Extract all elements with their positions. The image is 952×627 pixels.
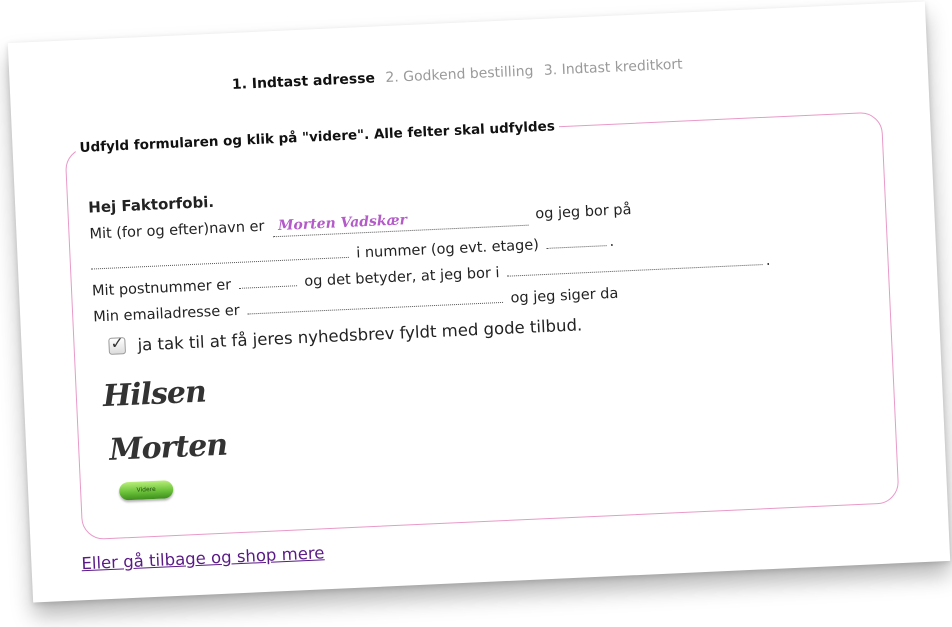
- checkmark-icon: ✓: [110, 333, 125, 353]
- name-prefix: Mit (for og efter)navn er: [89, 218, 265, 243]
- checkout-steps: 1. Indtast adresse 2. Godkend bestilling…: [232, 57, 683, 93]
- form-legend: Udfyld formularen og klik på "videre". A…: [79, 118, 556, 156]
- step-2: 2. Godkend bestilling: [385, 63, 534, 87]
- email-suffix: og jeg siger da: [510, 285, 619, 307]
- newsletter-checkbox[interactable]: ✓: [108, 333, 126, 355]
- house-number-input[interactable]: [545, 225, 607, 249]
- form-content: Hej Faktorfobi. Mit (for og efter)navn e…: [88, 160, 881, 501]
- screenshot-stage: 1. Indtast adresse 2. Godkend bestilling…: [0, 0, 952, 627]
- videre-button[interactable]: Videre: [118, 480, 174, 501]
- back-to-shop-link[interactable]: Eller gå tilbage og shop mere: [81, 543, 325, 573]
- step-1-current: 1. Indtast adresse: [231, 70, 376, 93]
- address-form: Udfyld formularen og klik på "videre". A…: [64, 103, 900, 541]
- period-2: .: [765, 252, 771, 269]
- step-3: 3. Indtast kreditkort: [543, 56, 683, 79]
- period-1: .: [609, 233, 615, 251]
- postcode-input[interactable]: [237, 265, 297, 289]
- page-paper: 1. Indtast adresse 2. Godkend bestilling…: [7, 1, 951, 603]
- name-suffix: og jeg bor på: [535, 201, 632, 223]
- email-prefix: Min emailadresse er: [92, 302, 241, 326]
